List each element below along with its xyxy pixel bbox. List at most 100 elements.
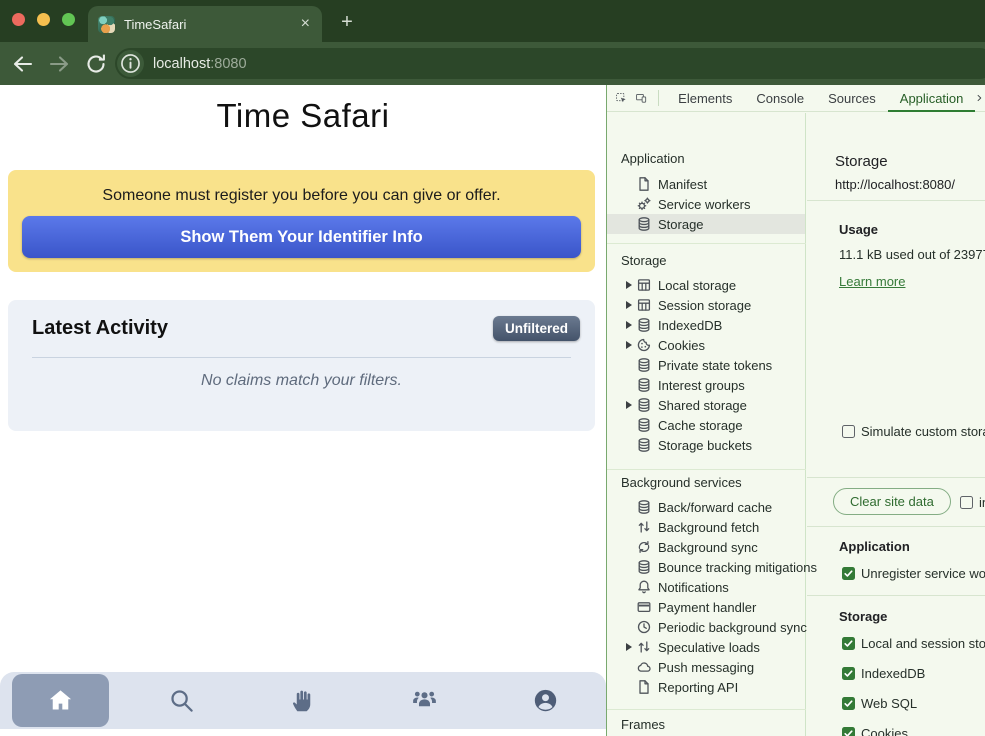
tab-console[interactable]: Console xyxy=(744,85,816,112)
tree-item-push-messaging[interactable]: Push messaging xyxy=(607,657,805,677)
tab-sources[interactable]: Sources xyxy=(816,85,888,112)
indexeddb-checkbox-row[interactable]: IndexedDB xyxy=(842,666,925,681)
url-text: localhost:8080 xyxy=(153,56,247,72)
people-icon xyxy=(411,687,438,714)
minimize-window-button[interactable] xyxy=(37,13,50,26)
local-session-storage-checkbox-row[interactable]: Local and session storage xyxy=(842,636,985,651)
expander-icon[interactable] xyxy=(626,643,632,651)
new-tab-button[interactable]: + xyxy=(334,10,360,36)
tree-item-payment-handler[interactable]: Payment handler xyxy=(607,597,805,617)
browser-tabstrip: TimeSafari × + xyxy=(0,0,985,42)
database-icon xyxy=(636,377,652,393)
simulate-storage-checkbox-row[interactable]: Simulate custom storage xyxy=(842,424,985,439)
database-icon xyxy=(636,437,652,453)
expander-icon[interactable] xyxy=(626,401,632,409)
tree-item-interest-groups[interactable]: Interest groups xyxy=(607,375,805,395)
browser-tab[interactable]: TimeSafari × xyxy=(88,6,322,42)
sidebar-divider xyxy=(607,709,806,710)
checkbox-checked[interactable] xyxy=(842,567,855,580)
arrows-up-down-icon xyxy=(636,519,652,535)
more-tabs-chevron-icon[interactable] xyxy=(975,91,984,105)
tree-item-background-sync[interactable]: Background sync xyxy=(607,537,805,557)
checkbox-checked[interactable] xyxy=(842,637,855,650)
checkbox-unchecked[interactable] xyxy=(842,425,855,438)
expander-icon[interactable] xyxy=(626,281,632,289)
including-checkbox-row[interactable]: in xyxy=(960,495,985,510)
tree-item-periodic-background-sync[interactable]: Periodic background sync xyxy=(607,617,805,637)
tab-title: TimeSafari xyxy=(124,17,299,32)
expander-icon[interactable] xyxy=(626,321,632,329)
tree-item-cache-storage[interactable]: Cache storage xyxy=(607,415,805,435)
tree-item-service-workers[interactable]: Service workers xyxy=(607,194,805,214)
tree-item-reporting-api[interactable]: Reporting API xyxy=(607,677,805,697)
tree-item-local-storage[interactable]: Local storage xyxy=(607,275,805,295)
empty-claims-message: No claims match your filters. xyxy=(8,372,595,390)
arrows-up-down-icon xyxy=(636,639,652,655)
tree-item-session-storage[interactable]: Session storage xyxy=(607,295,805,315)
checkbox-checked[interactable] xyxy=(842,697,855,710)
gears-icon xyxy=(636,196,652,212)
websql-checkbox-row[interactable]: Web SQL xyxy=(842,696,917,711)
tree-item-speculative-loads[interactable]: Speculative loads xyxy=(607,637,805,657)
forward-icon[interactable] xyxy=(46,51,72,77)
url-bar[interactable]: localhost:8080 xyxy=(115,48,985,79)
panel-origin: http://localhost:8080/ xyxy=(835,177,955,192)
database-icon xyxy=(636,559,652,575)
panel-divider xyxy=(807,200,985,201)
checkbox-unchecked[interactable] xyxy=(960,496,973,509)
devtools-sidebar: Application Manifest Service workers Sto… xyxy=(607,113,806,736)
registration-notice: Someone must register you before you can… xyxy=(8,170,595,272)
nav-item-home[interactable] xyxy=(0,672,121,729)
cookies-checkbox-row[interactable]: Cookies xyxy=(842,726,908,736)
close-window-button[interactable] xyxy=(12,13,25,26)
app-page: Time Safari Someone must register you be… xyxy=(0,85,606,736)
nav-item-profile[interactable] xyxy=(485,672,606,729)
card-divider xyxy=(32,357,571,358)
sync-icon xyxy=(636,539,652,555)
tree-item-storage-buckets[interactable]: Storage buckets xyxy=(607,435,805,455)
maximize-window-button[interactable] xyxy=(62,13,75,26)
nav-item-search[interactable] xyxy=(121,672,242,729)
expander-icon[interactable] xyxy=(626,341,632,349)
checkbox-checked[interactable] xyxy=(842,727,855,736)
browser-toolbar: localhost:8080 xyxy=(0,42,985,85)
tree-item-shared-storage[interactable]: Shared storage xyxy=(607,395,805,415)
device-toolbar-icon[interactable] xyxy=(635,88,647,108)
unfiltered-button[interactable]: Unfiltered xyxy=(493,316,580,341)
panel-divider xyxy=(807,477,985,478)
unregister-sw-checkbox-row[interactable]: Unregister service workers xyxy=(842,566,985,581)
tree-item-notifications[interactable]: Notifications xyxy=(607,577,805,597)
tab-close-icon[interactable]: × xyxy=(299,16,312,32)
storage-section-heading: Storage xyxy=(839,609,887,624)
checkbox-checked[interactable] xyxy=(842,667,855,680)
site-info-icon[interactable] xyxy=(117,50,144,77)
inspect-icon[interactable] xyxy=(615,88,627,108)
notice-message: Someone must register you before you can… xyxy=(8,187,595,205)
tab-elements[interactable]: Elements xyxy=(666,85,744,112)
tree-item-private-state-tokens[interactable]: Private state tokens xyxy=(607,355,805,375)
reload-icon[interactable] xyxy=(83,51,109,77)
learn-more-link[interactable]: Learn more xyxy=(839,274,905,289)
tree-item-bounce-tracking[interactable]: Bounce tracking mitigations xyxy=(607,557,805,577)
nav-item-projects[interactable] xyxy=(242,672,363,729)
table-icon xyxy=(636,297,652,313)
expander-icon[interactable] xyxy=(626,301,632,309)
bell-icon xyxy=(636,579,652,595)
tab-application[interactable]: Application xyxy=(888,85,976,112)
back-icon[interactable] xyxy=(10,51,36,77)
tree-item-back-forward-cache[interactable]: Back/forward cache xyxy=(607,497,805,517)
tree-item-manifest[interactable]: Manifest xyxy=(607,174,805,194)
home-active-pill xyxy=(12,674,109,727)
database-icon xyxy=(636,397,652,413)
table-icon xyxy=(636,277,652,293)
file-icon xyxy=(636,679,652,695)
tree-item-indexeddb[interactable]: IndexedDB xyxy=(607,315,805,335)
clear-site-data-button[interactable]: Clear site data xyxy=(833,488,951,515)
tree-item-cookies[interactable]: Cookies xyxy=(607,335,805,355)
tree-item-background-fetch[interactable]: Background fetch xyxy=(607,517,805,537)
sidebar-divider xyxy=(607,243,806,244)
nav-item-contacts[interactable] xyxy=(364,672,485,729)
tree-item-storage[interactable]: Storage xyxy=(607,214,805,234)
show-identifier-info-button[interactable]: Show Them Your Identifier Info xyxy=(22,216,581,258)
timesafari-favicon xyxy=(98,16,115,33)
